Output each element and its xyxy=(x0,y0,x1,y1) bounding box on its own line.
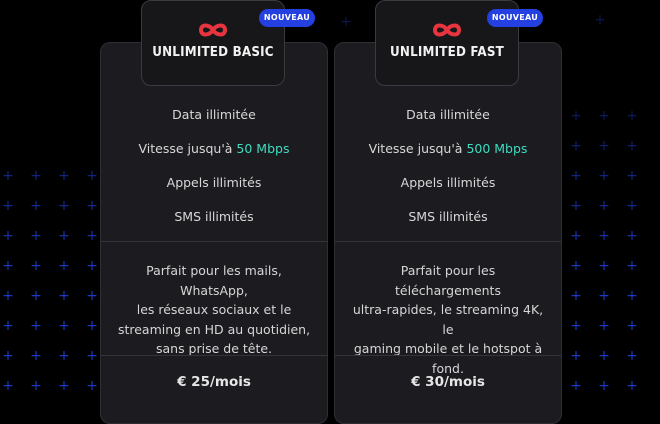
plus-glyph: + xyxy=(598,168,610,184)
plus-glyph: + xyxy=(570,288,582,304)
plus-glyph: + xyxy=(2,348,14,364)
plus-glyph: + xyxy=(626,228,638,244)
plus-glyph: + xyxy=(626,138,638,154)
description-line: Parfait pour les mails, WhatsApp, xyxy=(146,263,282,298)
plus-glyph: + xyxy=(86,258,98,274)
plus-glyph: + xyxy=(340,14,352,30)
plus-glyph: + xyxy=(30,378,42,394)
divider xyxy=(335,241,561,242)
plus-glyph: + xyxy=(86,288,98,304)
plus-glyph: + xyxy=(58,258,70,274)
feature-speed-label: Vitesse jusqu'à xyxy=(368,141,467,156)
plus-glyph: + xyxy=(58,168,70,184)
plus-glyph: + xyxy=(58,228,70,244)
plus-glyph: + xyxy=(86,318,98,334)
plus-glyph: + xyxy=(570,318,582,334)
feature-sms: SMS illimités xyxy=(174,209,254,224)
plus-glyph: + xyxy=(2,318,14,334)
plus-glyph: + xyxy=(626,318,638,334)
description-line: ultra-rapides, le streaming 4K, le xyxy=(352,302,544,337)
plus-glyph: + xyxy=(598,258,610,274)
plus-glyph: + xyxy=(30,348,42,364)
plan-price: € 25/mois xyxy=(177,374,251,390)
plus-glyph: + xyxy=(2,198,14,214)
plus-glyph: + xyxy=(58,288,70,304)
plus-glyph: + xyxy=(598,378,610,394)
plan-description: Parfait pour les mails, WhatsApp, les ré… xyxy=(117,261,311,359)
feature-data: Data illimitée xyxy=(172,107,256,122)
plus-glyph: + xyxy=(598,108,610,124)
plus-glyph: + xyxy=(626,288,638,304)
plus-glyph: + xyxy=(30,288,42,304)
plus-glyph: + xyxy=(598,228,610,244)
plus-glyph: + xyxy=(570,168,582,184)
plus-glyph: + xyxy=(570,378,582,394)
infinity-icon xyxy=(432,23,462,37)
plan-card-unlimited-fast: Data illimitée Vitesse jusqu'à 500 Mbps … xyxy=(334,42,562,424)
feature-speed-label: Vitesse jusqu'à xyxy=(138,141,237,156)
plus-glyph: + xyxy=(626,198,638,214)
speed-value: 500 Mbps xyxy=(466,141,528,156)
plus-glyph: + xyxy=(58,318,70,334)
feature-sms: SMS illimités xyxy=(408,209,488,224)
plus-glyph: + xyxy=(626,348,638,364)
plus-glyph: + xyxy=(58,198,70,214)
feature-calls: Appels illimités xyxy=(400,175,496,190)
plus-glyph: + xyxy=(626,378,638,394)
plan-title: UNLIMITED BASIC xyxy=(152,45,274,60)
plus-glyph: + xyxy=(598,288,610,304)
plus-glyph: + xyxy=(594,12,606,28)
feature-speed: Vitesse jusqu'à 50 Mbps xyxy=(101,141,327,156)
plus-glyph: + xyxy=(570,228,582,244)
plus-glyph: + xyxy=(86,378,98,394)
plus-glyph: + xyxy=(86,198,98,214)
plus-glyph: + xyxy=(598,348,610,364)
plus-glyph: + xyxy=(626,168,638,184)
plan-title: UNLIMITED FAST xyxy=(390,45,504,60)
new-badge: NOUVEAU xyxy=(259,9,315,27)
plus-glyph: + xyxy=(30,318,42,334)
plus-glyph: + xyxy=(570,258,582,274)
description-line: les réseaux sociaux et le xyxy=(136,302,292,317)
plan-price: € 30/mois xyxy=(411,374,485,390)
divider xyxy=(335,355,561,356)
plus-glyph: + xyxy=(2,168,14,184)
feature-speed: Vitesse jusqu'à 500 Mbps xyxy=(335,141,561,156)
description-line: Parfait pour les téléchargements xyxy=(395,263,501,298)
plus-glyph: + xyxy=(2,288,14,304)
plus-glyph: + xyxy=(2,258,14,274)
plus-glyph: + xyxy=(570,108,582,124)
plus-glyph: + xyxy=(570,138,582,154)
feature-data: Data illimitée xyxy=(406,107,490,122)
plus-glyph: + xyxy=(30,258,42,274)
divider xyxy=(101,241,327,242)
plus-glyph: + xyxy=(86,348,98,364)
plus-glyph: + xyxy=(58,378,70,394)
plus-glyph: + xyxy=(58,348,70,364)
plan-card-unlimited-basic: Data illimitée Vitesse jusqu'à 50 Mbps A… xyxy=(100,42,328,424)
plus-glyph: + xyxy=(2,228,14,244)
plus-glyph: + xyxy=(626,108,638,124)
plus-glyph: + xyxy=(626,258,638,274)
plus-glyph: + xyxy=(30,228,42,244)
plus-glyph: + xyxy=(598,318,610,334)
divider xyxy=(101,355,327,356)
plus-glyph: + xyxy=(598,138,610,154)
plus-glyph: + xyxy=(86,168,98,184)
plus-glyph: + xyxy=(30,168,42,184)
new-badge: NOUVEAU xyxy=(487,9,543,27)
plus-glyph: + xyxy=(570,198,582,214)
plus-glyph: + xyxy=(30,198,42,214)
plus-glyph: + xyxy=(598,198,610,214)
description-line: streaming en HD au quotidien, xyxy=(117,321,311,337)
plus-glyph: + xyxy=(86,228,98,244)
plus-glyph: + xyxy=(570,348,582,364)
plan-description: Parfait pour les téléchargements ultra-r… xyxy=(351,261,545,378)
plus-glyph: + xyxy=(2,378,14,394)
speed-value: 50 Mbps xyxy=(236,141,290,156)
infinity-icon xyxy=(198,23,228,37)
feature-calls: Appels illimités xyxy=(166,175,262,190)
